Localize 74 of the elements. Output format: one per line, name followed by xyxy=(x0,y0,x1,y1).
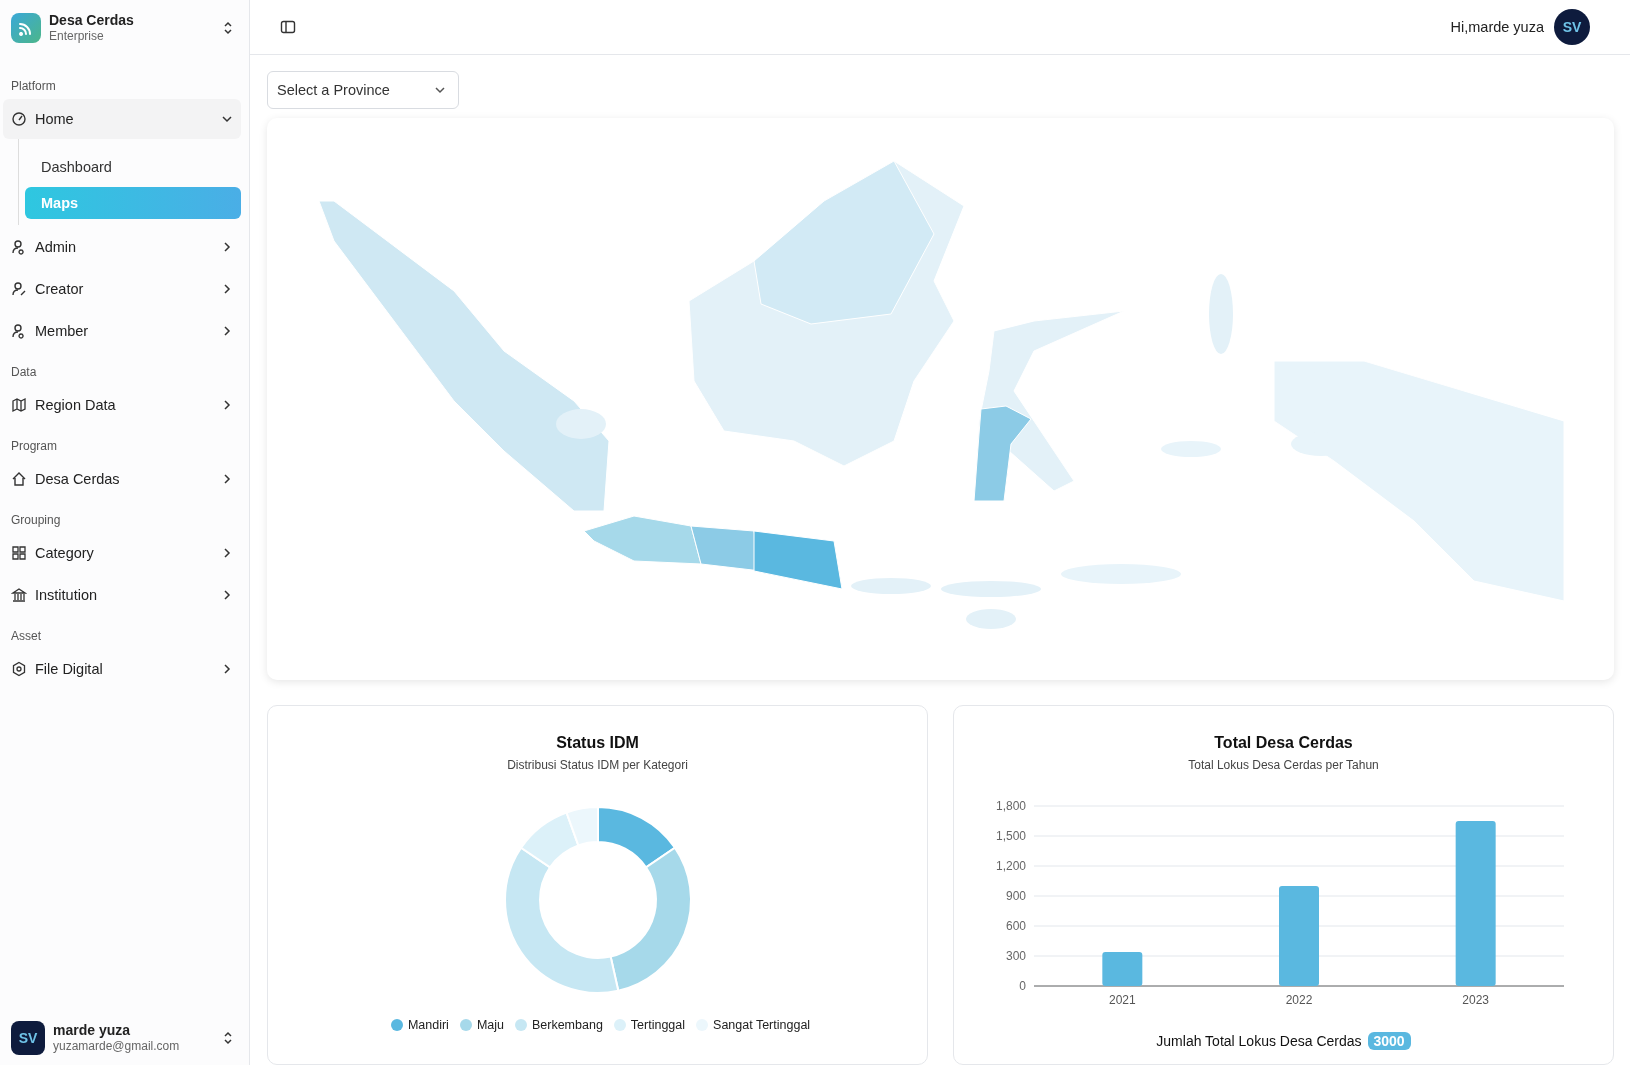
chevrons-up-down-icon[interactable] xyxy=(223,19,233,36)
x-tick-label: 2023 xyxy=(1461,993,1489,1007)
chevron-right-icon xyxy=(221,589,233,602)
section-label: Grouping xyxy=(10,512,62,530)
sidebar-item[interactable]: Member xyxy=(3,311,241,352)
sidebar-item[interactable]: File Digital xyxy=(3,649,241,690)
user-avatar[interactable]: SV xyxy=(1554,9,1590,45)
y-tick-label: 600 xyxy=(1005,919,1026,933)
map-icon xyxy=(11,397,27,414)
sidebar-item[interactable]: Institution xyxy=(3,575,241,616)
legend-label[interactable]: Maju xyxy=(476,1018,504,1032)
legend-label[interactable]: Sangat Tertinggal xyxy=(713,1018,811,1032)
y-tick-label: 1,800 xyxy=(995,799,1026,813)
card-title: Total Desa Cerdas xyxy=(1214,734,1353,752)
card-subtitle: Total Lokus Desa Cerdas per Tahun xyxy=(1188,758,1379,772)
building-icon xyxy=(11,587,27,604)
legend-label[interactable]: Mandiri xyxy=(407,1018,449,1032)
chevron-right-icon xyxy=(221,399,233,412)
house-icon xyxy=(11,471,27,488)
sidebar-item[interactable]: Region Data xyxy=(3,385,241,426)
donut-slice[interactable] xyxy=(565,806,599,847)
section-label: Program xyxy=(10,438,58,456)
bar[interactable] xyxy=(1101,952,1142,986)
hexagon-icon xyxy=(11,661,27,678)
grid-icon xyxy=(11,545,27,562)
total-label: Jumlah Total Lokus Desa Cerdas xyxy=(1156,1033,1362,1049)
app-logo-icon xyxy=(11,12,41,43)
chevron-right-icon xyxy=(221,547,233,560)
y-tick-label: 1,200 xyxy=(995,859,1026,873)
bar[interactable] xyxy=(1455,821,1496,986)
y-tick-label: 900 xyxy=(1005,889,1026,903)
donut-slice[interactable] xyxy=(519,811,579,869)
sidebar-item[interactable]: Category xyxy=(3,533,241,574)
team-plan: Enterprise xyxy=(49,28,105,44)
section-label: Platform xyxy=(10,79,57,96)
donut-slice[interactable] xyxy=(609,846,692,992)
chevron-down-icon xyxy=(434,84,446,96)
chevron-right-icon xyxy=(221,283,233,296)
sidebar-toggle-icon[interactable] xyxy=(280,19,296,35)
card-title: Status IDM xyxy=(556,734,639,752)
chevron-right-icon xyxy=(221,473,233,486)
sidebar-item[interactable]: Creator xyxy=(3,269,241,310)
user-pen-icon xyxy=(11,281,27,298)
x-tick-label: 2021 xyxy=(1108,993,1136,1007)
user-icon xyxy=(11,323,27,340)
legend-label[interactable]: Tertinggal xyxy=(630,1018,686,1032)
user-icon xyxy=(11,239,27,256)
total-value-badge: 3000 xyxy=(1367,1032,1411,1050)
chevron-right-icon xyxy=(221,325,233,338)
x-tick-label: 2022 xyxy=(1285,993,1312,1007)
card-subtitle: Distribusi Status IDM per Kategori xyxy=(507,758,688,772)
sidebar-item[interactable]: Home xyxy=(3,99,241,140)
legend-label[interactable]: Berkembang xyxy=(531,1018,603,1032)
gauge-icon xyxy=(11,111,27,128)
team-name: Desa Cerdas xyxy=(49,12,135,29)
donut-slice[interactable] xyxy=(503,846,619,994)
chevrons-up-down-icon[interactable] xyxy=(223,1030,233,1046)
y-tick-label: 300 xyxy=(1005,949,1026,963)
chevron-right-icon xyxy=(221,241,233,254)
sidebar-item[interactable]: Admin xyxy=(3,227,241,268)
user-email: yuzamarde@gmail.com xyxy=(53,1039,181,1054)
bar[interactable] xyxy=(1278,886,1319,986)
greeting-text: Hi,marde yuza xyxy=(1450,19,1544,35)
user-name: marde yuza xyxy=(53,1022,132,1040)
chevron-right-icon xyxy=(221,663,233,676)
section-label: Data xyxy=(10,364,38,382)
sidebar-subitem[interactable]: Dashboard xyxy=(25,151,241,184)
sidebar-item[interactable]: Desa Cerdas xyxy=(3,459,241,500)
user-avatar: SV xyxy=(11,1021,45,1055)
donut-slice[interactable] xyxy=(596,806,676,869)
y-tick-label: 0 xyxy=(1018,979,1026,993)
y-tick-label: 1,500 xyxy=(995,829,1026,843)
section-label: Asset xyxy=(10,628,42,646)
province-select[interactable]: Select a Province xyxy=(267,71,459,109)
